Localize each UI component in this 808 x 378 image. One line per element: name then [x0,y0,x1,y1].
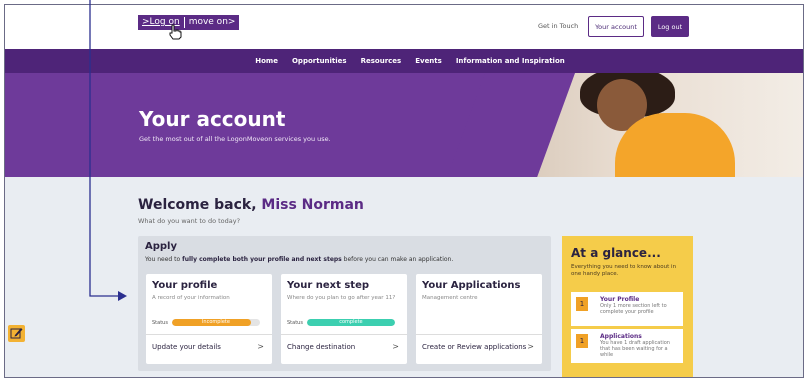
status-bar: complete [306,319,395,326]
card-subtitle: Where do you plan to go after year 11? [287,295,396,301]
count-badge: 1 [576,297,588,311]
card-your-applications: Your Applications Management centre Crea… [416,274,542,364]
logout-button[interactable]: Log out [651,16,689,37]
change-destination-link[interactable]: Change destination [287,343,355,351]
site-header: >Log on move on> Get in Touch Your accou… [5,5,803,49]
main-content: Welcome back, Miss Norman What do you wa… [5,177,803,377]
at-a-glance-panel: At a glance... Everything you need to kn… [562,236,693,377]
chevron-right-icon[interactable]: > [527,342,534,351]
update-details-link[interactable]: Update your details [152,343,221,351]
logo-separator [183,17,185,28]
card-subtitle: A record of your information [152,295,230,301]
edit-icon[interactable] [8,325,25,342]
count-badge: 1 [576,334,588,348]
status-row: Status Incomplete [152,319,260,326]
user-name: Miss Norman [261,197,364,213]
glance-title: At a glance... [571,246,661,260]
status-label: Status [152,319,168,326]
chevron-right-icon[interactable]: > [392,342,399,351]
glance-item-title: Applications [600,333,642,340]
card-subtitle: Management centre [422,295,478,301]
apply-description: You need to fully complete both your pro… [145,256,454,263]
apply-panel: Apply You need to fully complete both yo… [138,236,551,371]
card-your-next-step: Your next step Where do you plan to go a… [281,274,407,364]
hero-title: Your account [139,107,286,131]
get-in-touch-link[interactable]: Get in Touch [538,22,578,30]
hand-cursor-icon [169,24,182,40]
status-label: Status [287,319,303,326]
nav-item-information[interactable]: Information and Inspiration [456,57,565,65]
glance-item-text: Only 1 more section left to complete you… [600,303,667,315]
logo[interactable]: >Log on move on> [138,15,240,30]
hero-subtitle: Get the most out of all the LogonMoveon … [139,135,331,143]
welcome-subtitle: What do you want to do today? [138,217,241,225]
nav-item-events[interactable]: Events [415,57,442,65]
status-text: Incomplete [201,319,230,325]
card-title: Your next step [287,280,370,291]
chevron-right-icon[interactable]: > [257,342,264,351]
nav-item-resources[interactable]: Resources [361,57,402,65]
edit-icon-glyph [10,328,23,339]
status-bar: Incomplete [171,319,260,326]
glance-item-text: You have 1 draft application that has be… [600,340,670,358]
apply-title: Apply [145,241,178,252]
welcome-heading: Welcome back, Miss Norman [138,197,364,213]
glance-item-title: Your Profile [600,296,640,303]
create-review-applications-link[interactable]: Create or Review applications [422,343,526,351]
nav-item-opportunities[interactable]: Opportunities [292,57,347,65]
main-nav: Home Opportunities Resources Events Info… [5,49,803,73]
browser-frame: >Log on move on> Get in Touch Your accou… [4,4,804,378]
hero-banner: Your account Get the most out of all the… [5,73,803,177]
your-account-button[interactable]: Your account [588,16,644,37]
glance-item-applications[interactable]: 1 Applications You have 1 draft applicat… [571,329,683,363]
glance-subtitle: Everything you need to know about in one… [571,264,677,277]
card-title: Your Applications [422,280,521,291]
card-your-profile: Your profile A record of your informatio… [146,274,272,364]
status-text: complete [339,319,363,325]
logo-moveon-text: move on> [188,17,236,27]
nav-item-home[interactable]: Home [255,57,278,65]
glance-item-profile[interactable]: 1 Your Profile Only 1 more section left … [571,292,683,326]
status-row: Status complete [287,319,395,326]
card-title: Your profile [152,280,218,291]
